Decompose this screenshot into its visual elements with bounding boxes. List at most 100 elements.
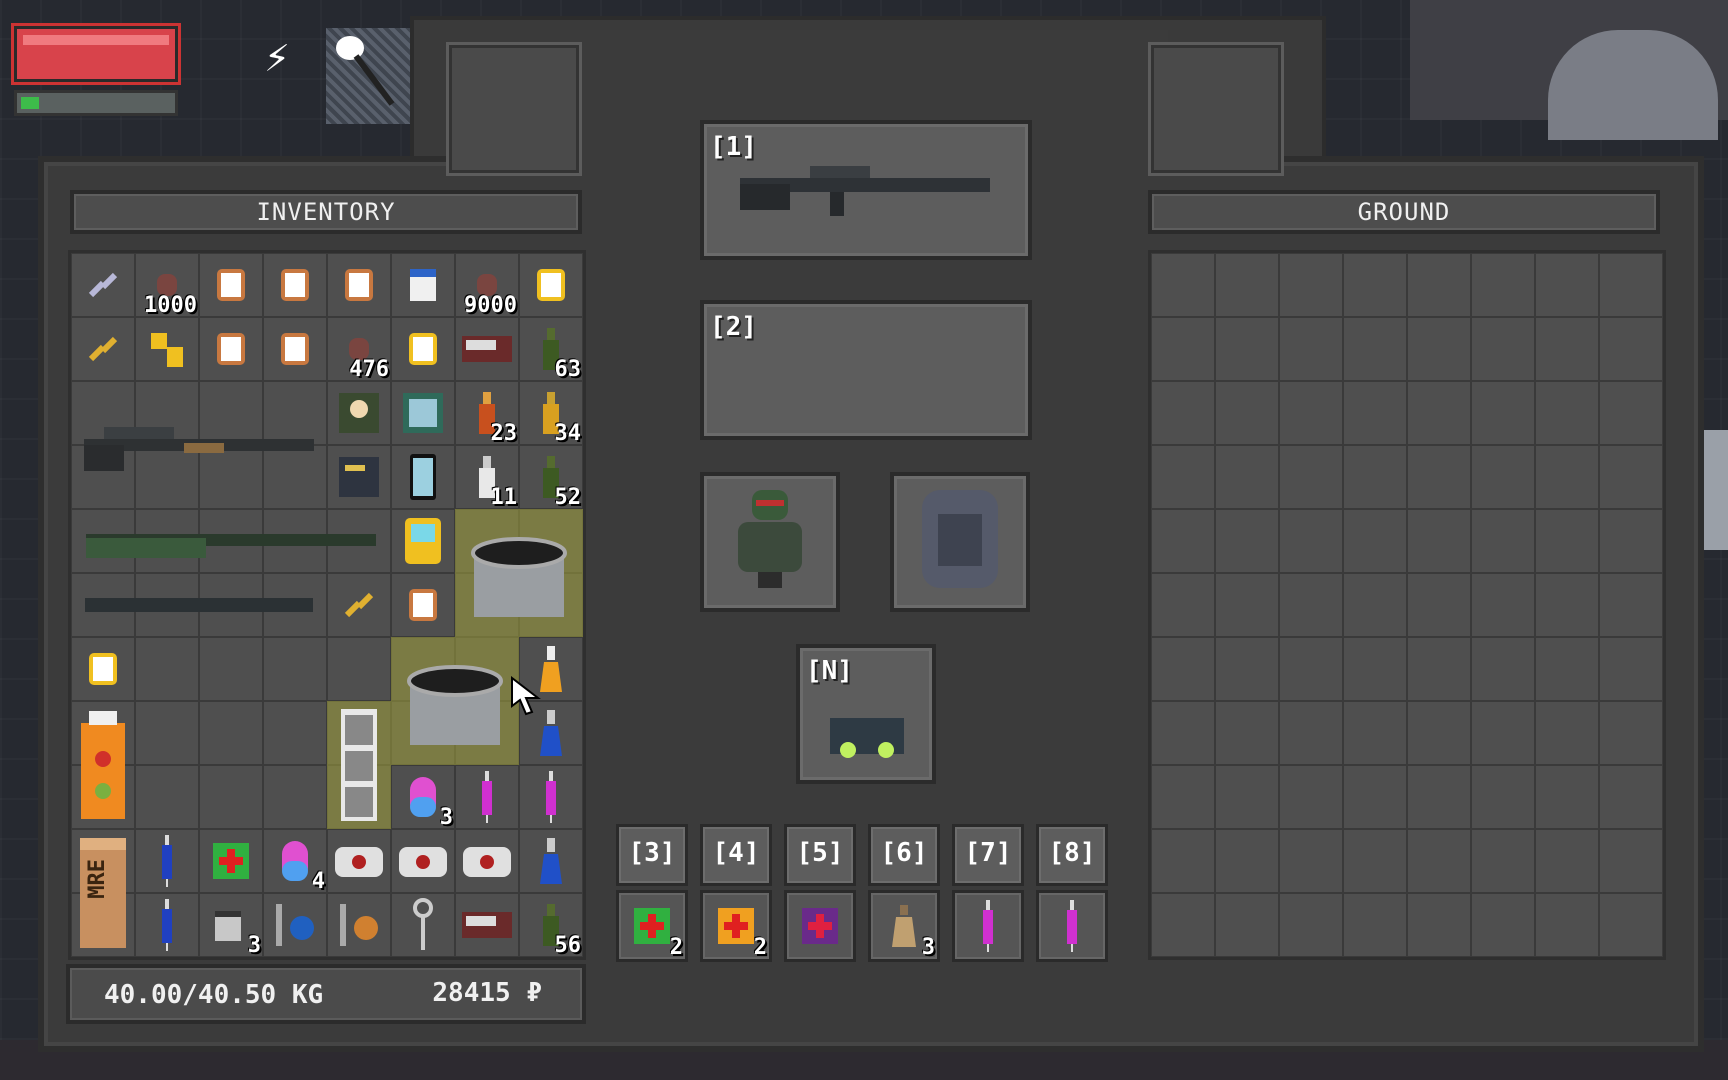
sniper-rifle-item[interactable] xyxy=(71,381,327,509)
cooking-pot-icon xyxy=(407,665,503,745)
jar-item[interactable] xyxy=(391,253,455,317)
bandage-roll-item[interactable] xyxy=(455,829,519,893)
pager-item[interactable] xyxy=(391,509,455,573)
hotbar-slot-6[interactable]: 3 xyxy=(868,890,940,962)
bottle-item[interactable]: 52 xyxy=(519,445,583,509)
money-amount: 28415 xyxy=(432,978,511,1008)
item-quantity: 11 xyxy=(490,485,518,510)
night-vision-slot[interactable]: [N] xyxy=(796,644,936,784)
melee-weapon-slot[interactable] xyxy=(326,28,414,124)
blue-syringe-item[interactable] xyxy=(135,893,199,957)
gold-watch-item[interactable] xyxy=(519,253,583,317)
watch-icon xyxy=(409,589,437,621)
mouse-cursor-icon xyxy=(511,676,541,716)
watch-icon xyxy=(281,269,309,301)
mre-item[interactable]: MRE xyxy=(71,829,135,957)
item-quantity: 9000 xyxy=(464,293,517,318)
blue-syringe-item[interactable] xyxy=(135,829,199,893)
electronics-item[interactable] xyxy=(327,445,391,509)
watch-icon xyxy=(281,333,309,365)
blue-bottle-item[interactable] xyxy=(519,829,583,893)
phone-item[interactable] xyxy=(391,445,455,509)
bandage-roll-item[interactable] xyxy=(391,829,455,893)
blue-key-item[interactable] xyxy=(263,893,327,957)
circuit-board-icon xyxy=(462,912,512,938)
pill-item[interactable]: 4 xyxy=(263,829,327,893)
id-card-item[interactable] xyxy=(327,381,391,445)
red-bottle-item[interactable]: 23 xyxy=(455,381,519,445)
watch-item[interactable] xyxy=(263,317,327,381)
armor-slot[interactable] xyxy=(700,472,840,612)
info-card-item[interactable] xyxy=(391,381,455,445)
ground-header: GROUND xyxy=(1148,190,1660,234)
pill-icon xyxy=(410,777,436,817)
primary-weapon-slot[interactable]: [1] xyxy=(700,120,1032,260)
watch-item[interactable] xyxy=(199,317,263,381)
syringe-icon xyxy=(482,771,492,823)
cooking-pot-item[interactable] xyxy=(391,637,519,765)
battery-rack-item[interactable] xyxy=(327,701,391,829)
silver-key-item[interactable] xyxy=(391,893,455,957)
inventory-title: INVENTORY xyxy=(256,198,396,226)
barrel-part-item[interactable] xyxy=(71,573,327,637)
secondary-weapon-slot[interactable]: [2] xyxy=(700,300,1032,440)
orange-medkit-icon xyxy=(718,908,754,944)
top-right-slot[interactable] xyxy=(1148,42,1284,176)
item-quantity: 63 xyxy=(554,357,582,382)
orange-key-item[interactable] xyxy=(327,893,391,957)
hotbar-slot-7[interactable] xyxy=(952,890,1024,962)
circuit-board-item[interactable] xyxy=(455,893,519,957)
watch-item[interactable] xyxy=(327,253,391,317)
scoped-rifle-icon xyxy=(84,427,314,471)
lighter-item[interactable] xyxy=(135,317,199,381)
white-bottle-item[interactable]: 11 xyxy=(455,445,519,509)
hotbar-slot-3[interactable]: 2 xyxy=(616,890,688,962)
top-left-slot[interactable] xyxy=(446,42,582,176)
circuit-board-icon xyxy=(462,336,512,362)
syringe-icon xyxy=(983,900,993,952)
key-icon xyxy=(413,898,433,950)
watch-icon xyxy=(345,269,373,301)
gold-watch-icon xyxy=(537,269,565,301)
watch-item[interactable] xyxy=(263,253,327,317)
mug-item[interactable]: 3 xyxy=(199,893,263,957)
bottle-item[interactable]: 63 xyxy=(519,317,583,381)
juice-carton-item[interactable] xyxy=(71,701,135,829)
watch-icon xyxy=(217,269,245,301)
hotbar-slot-4[interactable]: 2 xyxy=(700,890,772,962)
yellow-bottle-item[interactable]: 34 xyxy=(519,381,583,445)
backpack-slot[interactable] xyxy=(890,472,1030,612)
watch-item[interactable] xyxy=(391,573,455,637)
ammo-stack[interactable]: 1000 xyxy=(135,253,199,317)
health-bar xyxy=(14,26,178,82)
cooking-pot-item[interactable] xyxy=(455,509,583,637)
item-quantity: 3 xyxy=(247,933,261,958)
ammo-stack[interactable]: 476 xyxy=(327,317,391,381)
watch-item[interactable] xyxy=(199,253,263,317)
pill-item[interactable]: 3 xyxy=(391,765,455,829)
bandage-roll-icon xyxy=(335,847,383,877)
hotbar-label-3: [3] xyxy=(616,824,688,886)
info-card-icon xyxy=(403,393,443,433)
hotbar-slot-5[interactable] xyxy=(784,890,856,962)
hotbar-slot-8[interactable] xyxy=(1036,890,1108,962)
pill-icon xyxy=(282,841,308,881)
bandage-roll-icon xyxy=(463,847,511,877)
circuit-board-item[interactable] xyxy=(455,317,519,381)
ground-grid[interactable] xyxy=(1148,250,1666,960)
bandage-roll-item[interactable] xyxy=(327,829,391,893)
chain-item[interactable] xyxy=(71,253,135,317)
inventory-footer: 40.00/40.50 KG 28415 ₽ xyxy=(66,964,586,1024)
ammo-stack[interactable]: 9000 xyxy=(455,253,519,317)
medkit-item[interactable] xyxy=(199,829,263,893)
inventory-grid[interactable]: 1000 9000 476 63 23 34 11 52 3 MRE 4 3 5… xyxy=(68,250,586,960)
bottle-item[interactable]: 56 xyxy=(519,893,583,957)
gold-chain-item[interactable] xyxy=(327,573,391,637)
gold-watch-item[interactable] xyxy=(391,317,455,381)
gold-watch-item[interactable] xyxy=(71,637,135,701)
green-rifle-item[interactable] xyxy=(71,509,391,573)
syringe-icon xyxy=(162,899,172,951)
gold-chain-item[interactable] xyxy=(71,317,135,381)
syringe-item[interactable] xyxy=(519,765,583,829)
syringe-item[interactable] xyxy=(455,765,519,829)
